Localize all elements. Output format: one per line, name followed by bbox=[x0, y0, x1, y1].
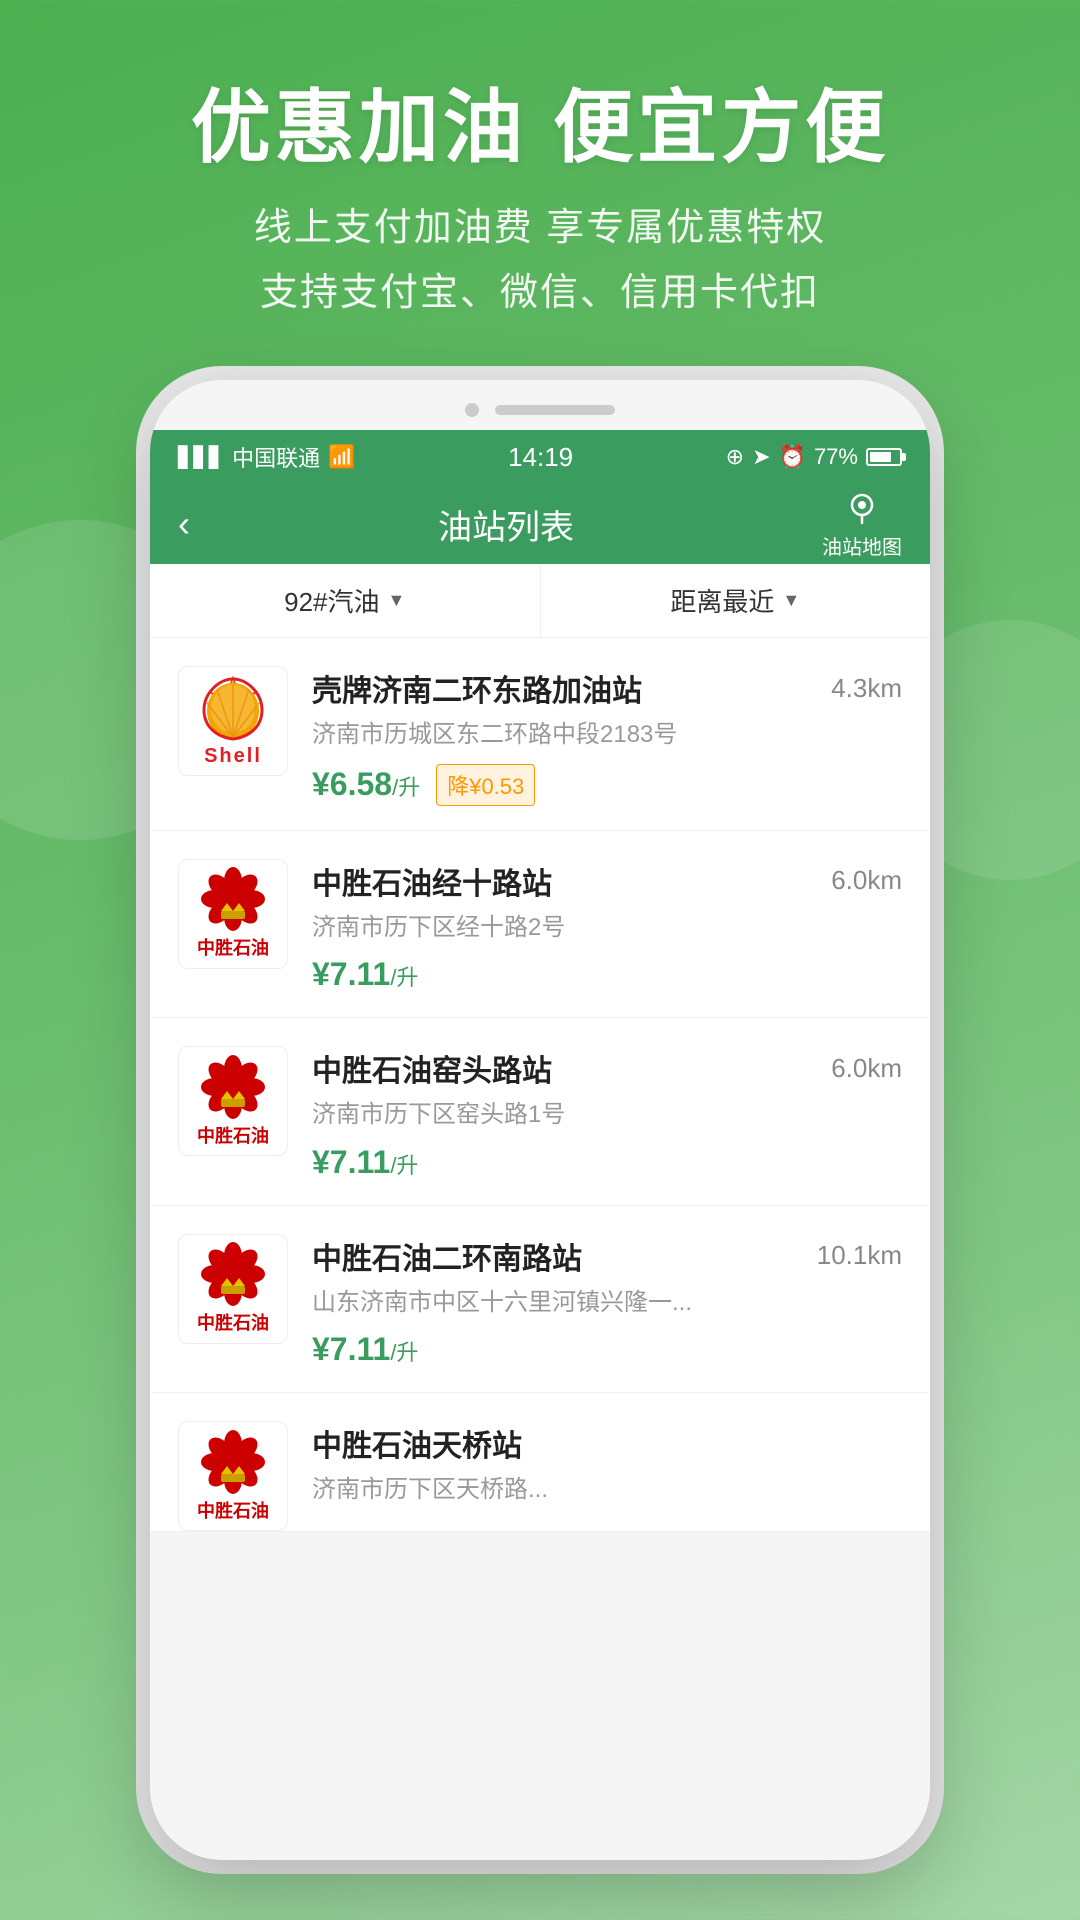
status-time: 14:19 bbox=[508, 442, 573, 473]
phone-camera bbox=[465, 403, 479, 417]
zhongsheng-brand-text: 中胜石油 bbox=[197, 1497, 269, 1523]
shell-brand-text: Shell bbox=[204, 745, 262, 768]
status-bar: ▋▋▋ 中国联通 📶 14:19 ⊕ ➤ ⏰ 77% bbox=[150, 430, 930, 484]
station-price: ¥7.11/升 bbox=[312, 1144, 418, 1181]
station-info: 中胜石油窑头路站 6.0km 济南市历下区窑头路1号 ¥7.11/升 bbox=[312, 1046, 902, 1181]
zhongsheng-brand-text: 中胜石油 bbox=[197, 1122, 269, 1148]
station-address: 济南市历下区经十路2号 bbox=[312, 911, 902, 945]
station-name-row: 中胜石油窑头路站 6.0km bbox=[312, 1046, 902, 1090]
fuel-type-label: 92#汽油 bbox=[284, 582, 379, 619]
station-item[interactable]: 中胜石油 中胜石油二环南路站 10.1km 山东济南市中区十六里河镇兴隆一...… bbox=[150, 1206, 930, 1394]
hero-subtitle-line1: 线上支付加油费 享专属优惠特权 bbox=[0, 196, 1080, 261]
station-info: 壳牌济南二环东路加油站 4.3km 济南市历城区东二环路中段2183号 ¥6.5… bbox=[312, 666, 902, 806]
station-price: ¥6.58/升 bbox=[312, 766, 420, 803]
station-price-row: ¥6.58/升 降¥0.53 bbox=[312, 764, 902, 806]
zhongsheng-icon bbox=[198, 1430, 268, 1495]
status-left: ▋▋▋ 中国联通 📶 bbox=[178, 441, 356, 473]
zhongsheng-icon bbox=[198, 1055, 268, 1120]
map-view-button[interactable]: 油站地图 bbox=[822, 489, 902, 560]
station-address: 济南市历城区东二环路中段2183号 bbox=[312, 718, 902, 752]
wifi-icon: 📶 bbox=[328, 444, 355, 470]
station-name: 中胜石油窑头路站 bbox=[312, 1046, 552, 1090]
filter-bar: 92#汽油 ▼ 距离最近 ▼ bbox=[150, 564, 930, 638]
alarm-icon: ⏰ bbox=[779, 444, 806, 470]
gps-icon: ➤ bbox=[752, 444, 770, 470]
zhongsheng-brand-text: 中胜石油 bbox=[197, 934, 269, 960]
hero-section: 优惠加油 便宜方便 线上支付加油费 享专属优惠特权 支持支付宝、微信、信用卡代扣 bbox=[0, 0, 1080, 365]
price-unit: /升 bbox=[392, 775, 420, 800]
station-distance: 4.3km bbox=[831, 673, 902, 704]
station-price-row: ¥7.11/升 bbox=[312, 1331, 902, 1368]
phone-mockup: ▋▋▋ 中国联通 📶 14:19 ⊕ ➤ ⏰ 77% ‹ 油站列表 bbox=[150, 380, 930, 1860]
station-name-row: 中胜石油天桥站 bbox=[312, 1421, 902, 1465]
station-item[interactable]: 中胜石油 中胜石油窑头路站 6.0km 济南市历下区窑头路1号 ¥7.11/升 bbox=[150, 1018, 930, 1206]
station-item[interactable]: Shell 壳牌济南二环东路加油站 4.3km 济南市历城区东二环路中段2183… bbox=[150, 638, 930, 831]
station-address: 山东济南市中区十六里河镇兴隆一... bbox=[312, 1286, 902, 1320]
station-info: 中胜石油二环南路站 10.1km 山东济南市中区十六里河镇兴隆一... ¥7.1… bbox=[312, 1234, 902, 1369]
station-distance: 6.0km bbox=[831, 1053, 902, 1084]
station-info: 中胜石油经十路站 6.0km 济南市历下区经十路2号 ¥7.11/升 bbox=[312, 859, 902, 994]
station-name-row: 中胜石油经十路站 6.0km bbox=[312, 859, 902, 903]
station-logo: 中胜石油 bbox=[178, 859, 288, 969]
price-unit: /升 bbox=[390, 1340, 418, 1365]
hero-subtitle: 线上支付加油费 享专属优惠特权 支持支付宝、微信、信用卡代扣 bbox=[0, 196, 1080, 325]
zhongsheng-icon bbox=[198, 1242, 268, 1307]
battery-percent: 77% bbox=[814, 444, 858, 470]
station-distance: 10.1km bbox=[817, 1240, 902, 1271]
station-logo: 中胜石油 bbox=[178, 1234, 288, 1344]
station-price-row: ¥7.11/升 bbox=[312, 956, 902, 993]
station-name-row: 壳牌济南二环东路加油站 4.3km bbox=[312, 666, 902, 710]
signal-icon: ▋▋▋ bbox=[178, 445, 224, 470]
station-item[interactable]: 中胜石油 中胜石油经十路站 6.0km 济南市历下区经十路2号 ¥7.11/升 bbox=[150, 831, 930, 1019]
zhongsheng-icon bbox=[198, 867, 268, 932]
hero-title: 优惠加油 便宜方便 bbox=[0, 80, 1080, 176]
map-label: 油站地图 bbox=[822, 531, 902, 560]
station-name: 中胜石油经十路站 bbox=[312, 859, 552, 903]
battery-icon bbox=[866, 448, 902, 466]
carrier-name: 中国联通 bbox=[232, 441, 320, 473]
station-info: 中胜石油天桥站 济南市历下区天桥路... bbox=[312, 1421, 902, 1507]
station-distance: 6.0km bbox=[831, 865, 902, 896]
station-address: 济南市历下区窑头路1号 bbox=[312, 1098, 902, 1132]
station-logo: Shell bbox=[178, 666, 288, 776]
status-right: ⊕ ➤ ⏰ 77% bbox=[726, 444, 902, 470]
station-price: ¥7.11/升 bbox=[312, 1331, 418, 1368]
price-unit: /升 bbox=[390, 965, 418, 990]
map-icon bbox=[844, 489, 880, 531]
sort-label: 距离最近 bbox=[670, 582, 774, 619]
station-name: 中胜石油二环南路站 bbox=[312, 1234, 582, 1278]
station-item[interactable]: 中胜石油 中胜石油天桥站 济南市历下区天桥路... bbox=[150, 1393, 930, 1532]
station-logo: 中胜石油 bbox=[178, 1421, 288, 1531]
location-icon: ⊕ bbox=[726, 444, 744, 470]
station-list: Shell 壳牌济南二环东路加油站 4.3km 济南市历城区东二环路中段2183… bbox=[150, 638, 930, 1532]
discount-badge: 降¥0.53 bbox=[436, 764, 535, 806]
price-unit: /升 bbox=[390, 1153, 418, 1178]
fuel-type-arrow: ▼ bbox=[388, 590, 406, 611]
zhongsheng-brand-text: 中胜石油 bbox=[197, 1309, 269, 1335]
station-name-row: 中胜石油二环南路站 10.1km bbox=[312, 1234, 902, 1278]
phone-speaker bbox=[495, 405, 615, 415]
phone-top-hardware bbox=[150, 380, 930, 430]
back-button[interactable]: ‹ bbox=[178, 503, 190, 545]
station-address: 济南市历下区天桥路... bbox=[312, 1473, 902, 1507]
station-name: 壳牌济南二环东路加油站 bbox=[312, 666, 642, 710]
hero-subtitle-line2: 支持支付宝、微信、信用卡代扣 bbox=[0, 261, 1080, 326]
station-price: ¥7.11/升 bbox=[312, 956, 418, 993]
sort-arrow: ▼ bbox=[782, 590, 800, 611]
nav-title: 油站列表 bbox=[438, 500, 574, 549]
sort-filter[interactable]: 距离最近 ▼ bbox=[541, 564, 931, 637]
station-name: 中胜石油天桥站 bbox=[312, 1421, 522, 1465]
fuel-type-filter[interactable]: 92#汽油 ▼ bbox=[150, 564, 541, 637]
battery-fill bbox=[870, 452, 891, 462]
nav-bar: ‹ 油站列表 油站地图 bbox=[150, 484, 930, 564]
station-logo: 中胜石油 bbox=[178, 1046, 288, 1156]
shell-icon bbox=[197, 675, 269, 743]
station-price-row: ¥7.11/升 bbox=[312, 1144, 902, 1181]
